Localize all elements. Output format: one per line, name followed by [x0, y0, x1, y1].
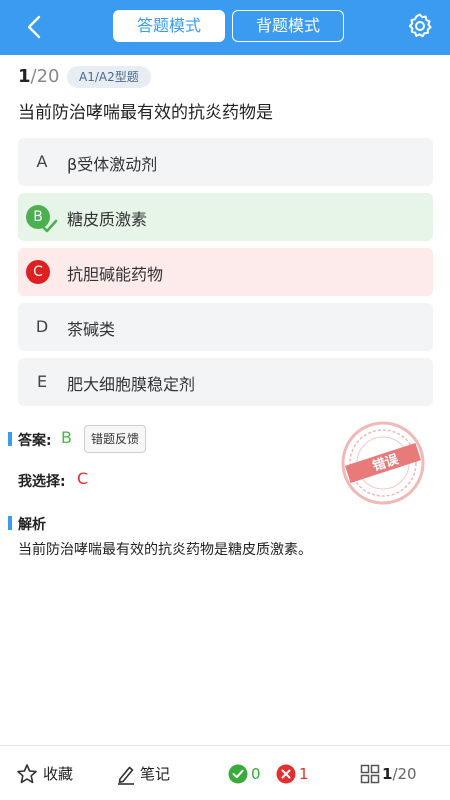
- check-icon: [40, 219, 58, 233]
- section-marker: [8, 516, 12, 530]
- question-stem: 当前防治哮喘最有效的抗炎药物是: [18, 103, 273, 123]
- option-letter: D: [35, 317, 49, 336]
- grid-icon: [360, 764, 380, 784]
- note-label: 笔记: [140, 765, 171, 783]
- error-feedback-button[interactable]: 错题反馈: [84, 425, 147, 453]
- question-grid-button[interactable]: 1/20: [360, 763, 430, 785]
- wrong-circle-icon: [276, 764, 296, 784]
- tab-answer-mode[interactable]: 答题模式: [113, 10, 225, 42]
- my-choice-value: C: [77, 469, 89, 488]
- option-a[interactable]: A β受体激动剂: [18, 138, 433, 186]
- correct-count-value: 0: [251, 765, 261, 783]
- my-choice-label: 我选择:: [18, 474, 66, 490]
- section-marker: [8, 432, 12, 446]
- option-d[interactable]: D 茶碱类: [18, 303, 433, 351]
- tab-recite-mode[interactable]: 背题模式: [232, 10, 344, 42]
- correct-count: 0: [228, 763, 268, 785]
- bottom-bar: 收藏 笔记 0 1 1/20: [0, 745, 450, 800]
- favorite-button[interactable]: 收藏: [16, 763, 78, 785]
- progress-total: /20: [392, 765, 417, 783]
- question-total: /20: [30, 66, 60, 87]
- note-button[interactable]: 笔记: [116, 763, 176, 785]
- answer-value: B: [61, 428, 72, 447]
- option-text: 糖皮质激素: [67, 210, 148, 229]
- correct-circle-icon: [228, 764, 248, 784]
- analysis-text: 当前防治哮喘最有效的抗炎药物是糖皮质激素。: [18, 542, 312, 558]
- option-text: β受体激动剂: [67, 155, 158, 174]
- option-letter: E: [36, 372, 48, 391]
- option-c[interactable]: C 抗胆碱能药物: [18, 248, 433, 296]
- gear-icon: [408, 13, 432, 38]
- option-text: 抗胆碱能药物: [67, 265, 164, 284]
- question-type-badge: A1/A2型题: [67, 66, 151, 88]
- wrong-count: 1: [276, 763, 316, 785]
- wrong-count-value: 1: [299, 765, 309, 783]
- option-text: 茶碱类: [67, 320, 116, 339]
- star-icon: [17, 764, 37, 784]
- option-letter: A: [36, 152, 48, 171]
- back-chevron-icon: [27, 15, 41, 39]
- wrong-option-badge: C: [26, 260, 50, 284]
- option-text: 肥大细胞膜稳定剂: [67, 375, 196, 394]
- favorite-label: 收藏: [43, 765, 74, 783]
- pencil-icon: [118, 766, 134, 785]
- progress-current: 1: [382, 765, 393, 783]
- top-bar: 答题模式 背题模式: [0, 0, 450, 55]
- question-counter: 1/20: [18, 66, 60, 87]
- settings-button[interactable]: [406, 12, 434, 40]
- option-b[interactable]: B 糖皮质激素: [18, 193, 433, 241]
- answer-label: 答案:: [18, 433, 52, 449]
- back-button[interactable]: [20, 12, 50, 42]
- option-e[interactable]: E 肥大细胞膜稳定剂: [18, 358, 433, 406]
- analysis-label: 解析: [18, 517, 46, 533]
- question-current: 1: [18, 66, 31, 87]
